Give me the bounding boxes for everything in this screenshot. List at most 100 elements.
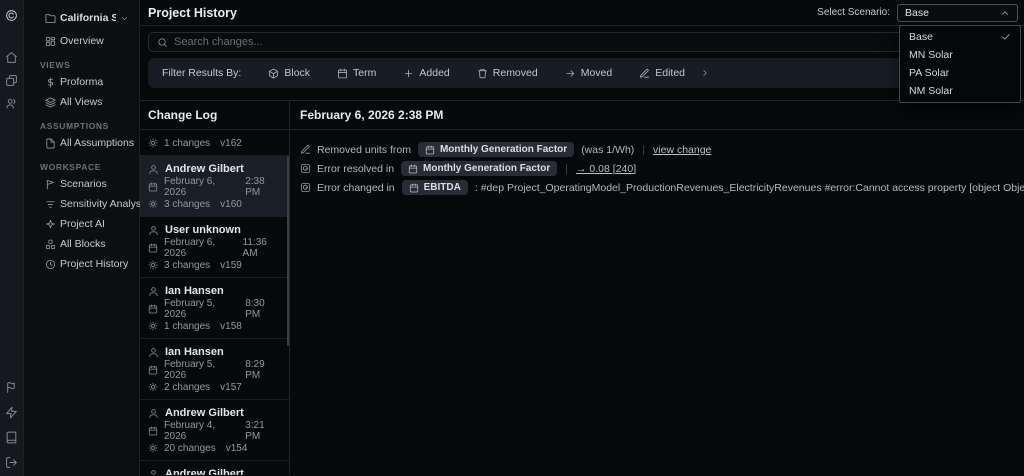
- user-icon: [148, 164, 159, 175]
- scenario-option-base[interactable]: Base: [900, 28, 1020, 46]
- entry-time: 3:21 PM: [245, 419, 265, 442]
- flag-icon[interactable]: [5, 381, 18, 394]
- scenario-option-label: NM Solar: [909, 85, 953, 97]
- sidebar-item-label: Proforma: [60, 76, 104, 88]
- calendar-icon: [148, 426, 158, 436]
- sidebar-item-all-assumptions[interactable]: All Assumptions: [24, 136, 139, 150]
- user-icon: [148, 286, 159, 297]
- page-title: Project History: [148, 5, 237, 20]
- changes-icon: [148, 443, 158, 453]
- entry-change-count: 20 changes: [164, 442, 216, 454]
- chevron-right-icon[interactable]: [700, 68, 710, 78]
- filter-button-label: Added: [419, 67, 450, 79]
- change-action-text: Error changed in: [317, 181, 395, 194]
- change-log-entry[interactable]: Ian Hansen February 5, 2026 8:30 PM 1 chang…: [140, 278, 289, 339]
- change-log-entry[interactable]: 1 changes v162: [140, 130, 289, 156]
- change-link[interactable]: → 0.08 [240]: [576, 163, 636, 175]
- divider: |: [642, 143, 646, 156]
- change-log-entry[interactable]: Andrew Gilbert: [140, 461, 289, 475]
- sidebar-item-label: Overview: [60, 35, 104, 47]
- filter-button-edited[interactable]: Edited: [639, 67, 685, 79]
- users-icon[interactable]: [5, 97, 18, 110]
- chevron-down-icon[interactable]: [120, 14, 129, 23]
- change-link[interactable]: view change: [653, 144, 711, 156]
- change-log-entry[interactable]: Andrew Gilbert February 6, 2026 2:38 PM 3 c…: [140, 156, 289, 217]
- sidebar-item-overview[interactable]: Overview: [24, 34, 139, 48]
- sidebar-item-sensitivity-analysis[interactable]: Sensitivity Analysis: [24, 197, 149, 211]
- home-icon[interactable]: [5, 51, 18, 64]
- scenario-option-nm-solar[interactable]: NM Solar: [900, 82, 1020, 100]
- change-detail-row: Error changed in EBITDA: #dep Project_Ope…: [300, 178, 1024, 197]
- user-icon: [148, 469, 159, 475]
- sidebar-item-scenarios[interactable]: Scenarios: [24, 177, 139, 191]
- calendar-icon: [148, 243, 158, 253]
- scenario-option-pa-solar[interactable]: PA Solar: [900, 64, 1020, 82]
- block-chip[interactable]: Monthly Generation Factor: [401, 161, 558, 176]
- entry-change-count: 1 changes: [164, 137, 211, 149]
- search-input[interactable]: [174, 36, 1015, 48]
- logout-icon[interactable]: [5, 456, 18, 469]
- filter-button-moved[interactable]: Moved: [565, 67, 613, 79]
- entry-version: v159: [220, 259, 242, 271]
- sidebar-item-project-ai[interactable]: Project AI: [24, 217, 139, 231]
- entry-author: Ian Hansen: [165, 285, 224, 297]
- entry-date: February 4, 2026: [164, 419, 216, 442]
- filter-button-label: Term: [353, 67, 377, 79]
- entry-author: Andrew Gilbert: [165, 163, 244, 175]
- dollar-icon: [45, 77, 56, 88]
- change-log-entry[interactable]: User unknown February 6, 2026 11:36 AM 3 ch…: [140, 217, 289, 278]
- filter-button-label: Moved: [580, 67, 613, 79]
- calendar-icon: [408, 164, 418, 174]
- arrow-right-icon: [565, 68, 576, 79]
- project-selector[interactable]: California Sol...: [24, 0, 139, 24]
- scrollbar-thumb[interactable]: [287, 156, 289, 346]
- filter-button-added[interactable]: Added: [403, 67, 450, 79]
- entry-version: v162: [220, 137, 242, 149]
- block-chip[interactable]: EBITDA: [401, 180, 468, 195]
- filter-button-term[interactable]: Term: [337, 67, 376, 79]
- main-content: Project History Select Scenario: Base Fi…: [140, 0, 1024, 476]
- filter-lines-icon: [45, 199, 56, 210]
- sidebar-item-all-blocks[interactable]: All Blocks: [24, 237, 139, 251]
- check-icon: [1001, 32, 1011, 42]
- entry-time: 8:29 PM: [245, 358, 265, 381]
- scenario-option-label: MN Solar: [909, 49, 953, 61]
- sidebar-item-label: All Assumptions: [60, 137, 135, 149]
- search-bar[interactable]: [148, 32, 1016, 52]
- change-action-text: Error resolved in: [317, 162, 395, 175]
- divider: |: [565, 162, 568, 175]
- sidebar-item-proforma[interactable]: Proforma: [24, 75, 139, 89]
- change-log-entry[interactable]: Andrew Gilbert February 4, 2026 3:21 PM 20 …: [140, 400, 289, 461]
- entry-author: Ian Hansen: [165, 346, 224, 358]
- entry-date: February 6, 2026: [164, 236, 216, 259]
- entry-time: 2:38 PM: [245, 175, 265, 198]
- sidebar-item-label: All Views: [60, 96, 103, 108]
- filter-button-block[interactable]: Block: [268, 67, 310, 79]
- projects-icon[interactable]: [5, 74, 18, 87]
- blocks-icon: [45, 239, 56, 250]
- entry-version: v157: [220, 381, 242, 393]
- changes-icon: [148, 199, 158, 209]
- block-chip[interactable]: Monthly Generation Factor: [417, 142, 575, 157]
- docs-icon[interactable]: [5, 431, 18, 444]
- file-icon: [45, 138, 56, 149]
- block-chip-label: EBITDA: [423, 182, 461, 193]
- search-icon: [157, 37, 168, 48]
- folder-icon: [45, 13, 56, 24]
- scenario-select[interactable]: Base: [897, 3, 1018, 22]
- zap-icon[interactable]: [5, 406, 18, 419]
- entry-time: 11:36 AM: [242, 236, 267, 259]
- sidebar-item-all-views[interactable]: All Views: [24, 95, 139, 109]
- user-icon: [148, 225, 159, 236]
- app-logo-icon[interactable]: [5, 9, 18, 22]
- filter-bar: Filter Results By: Block Term Added Removed…: [148, 58, 1016, 88]
- sidebar-item-label: All Blocks: [60, 238, 106, 250]
- sparkle-icon: [45, 219, 56, 230]
- sidebar-item-project-history[interactable]: Project History: [24, 257, 139, 271]
- filter-button-removed[interactable]: Removed: [477, 67, 538, 79]
- change-log-entry[interactable]: Ian Hansen February 5, 2026 8:29 PM 2 chang…: [140, 339, 289, 400]
- scenario-option-mn-solar[interactable]: MN Solar: [900, 46, 1020, 64]
- change-log-title: Change Log: [148, 108, 218, 122]
- sidebar-item-label: Scenarios: [60, 178, 107, 190]
- error-status-icon: [300, 163, 311, 174]
